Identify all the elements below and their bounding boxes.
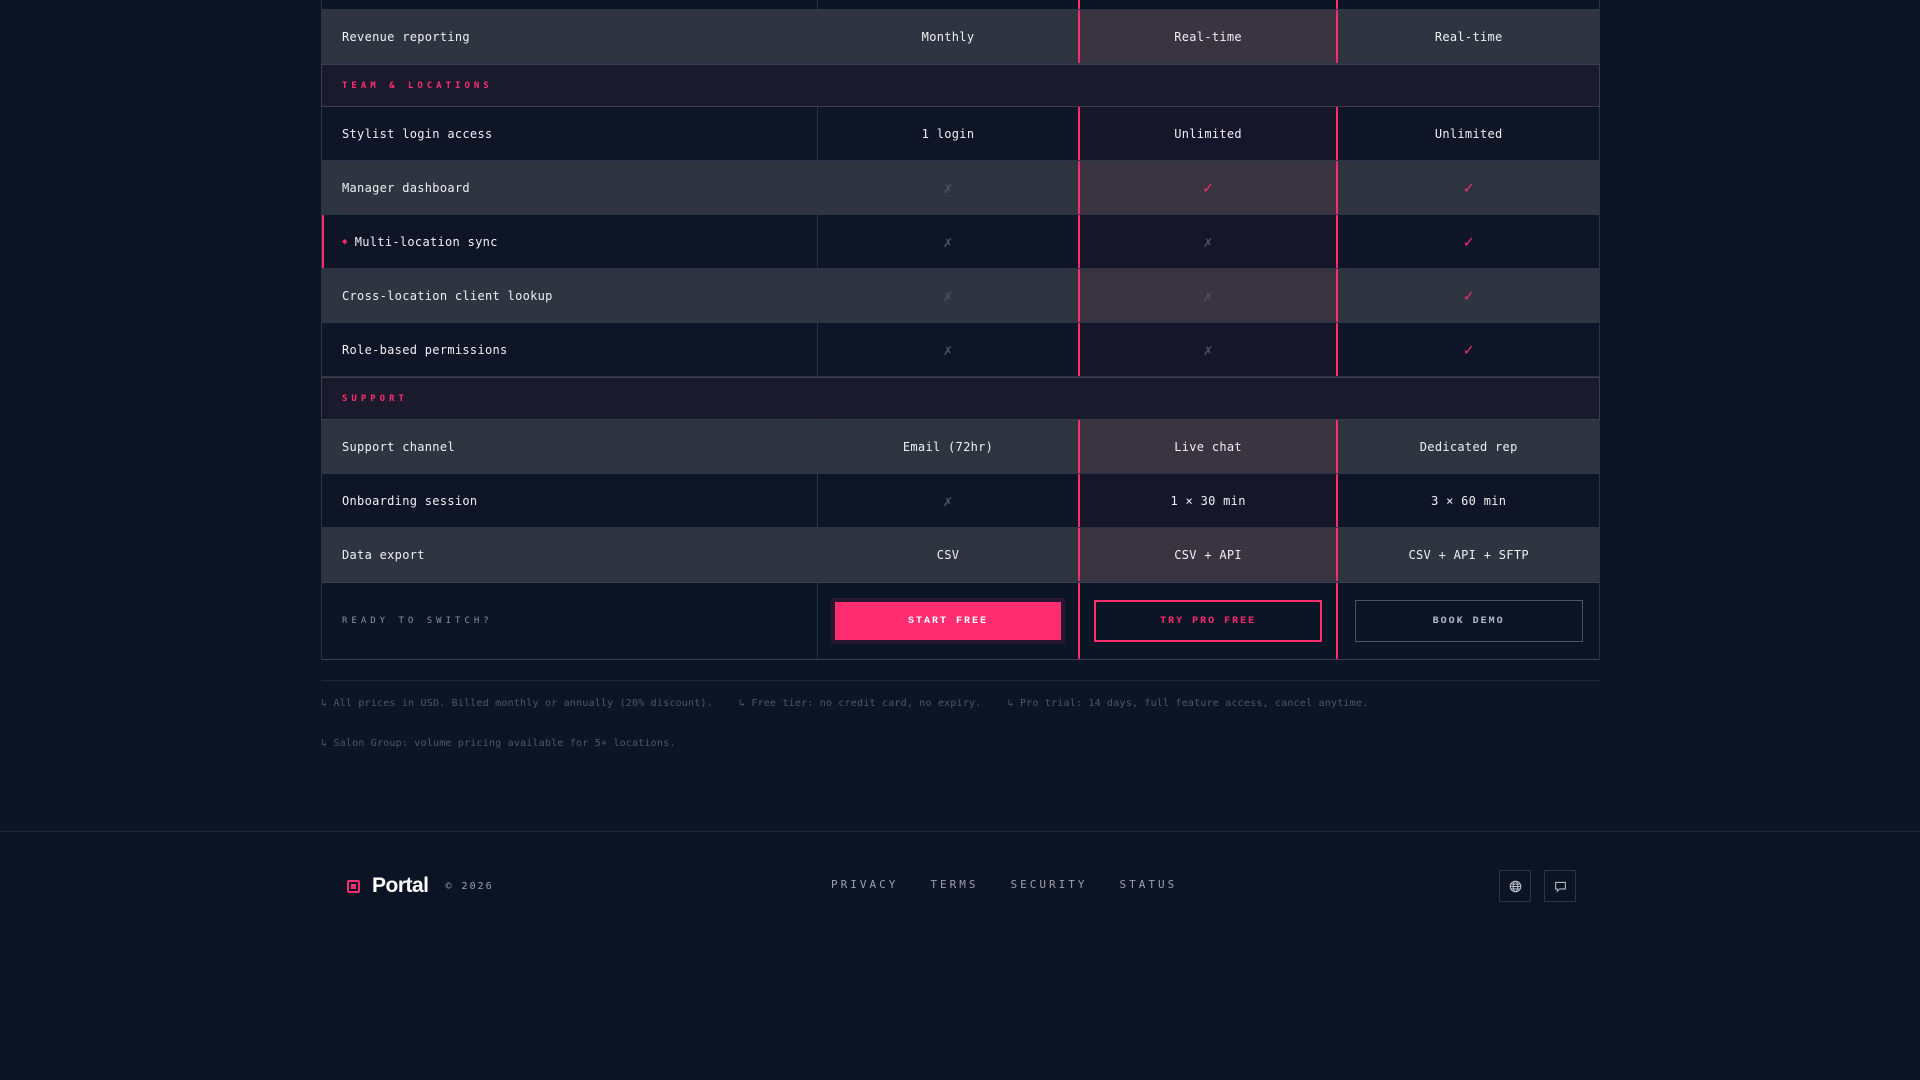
feature-label: Data export — [342, 547, 425, 562]
cross-icon: ✗ — [943, 178, 953, 197]
plan-value: Monthly — [817, 10, 1078, 63]
note: ↳ Salon Group: volume pricing available … — [321, 738, 676, 749]
try-pro-free-button[interactable]: TRY PRO FREE — [1094, 600, 1323, 642]
footer-link-terms[interactable]: TERMS — [930, 878, 978, 891]
cross-icon: ✗ — [943, 232, 953, 251]
copyright: © 2026 — [445, 880, 494, 892]
note: ↳ All prices in USD. Billed monthly or a… — [321, 698, 713, 709]
chat-button[interactable] — [1544, 870, 1576, 902]
cross-icon: ✗ — [1203, 340, 1213, 359]
footer-link-privacy[interactable]: PRIVACY — [831, 878, 898, 891]
feature-label: Cross-location client lookup — [342, 288, 553, 303]
section-header: SUPPORT — [321, 377, 1600, 420]
feature-label: Support channel — [342, 439, 455, 454]
check-icon: ✓ — [1203, 178, 1214, 197]
table-row: Cross-location client lookup ✗ ✗ ✓ — [322, 269, 1599, 323]
plan-value: 1 × 30 min — [1077, 474, 1339, 527]
plan-value: CSV — [817, 528, 1078, 581]
feature-label: Stylist login access — [342, 126, 493, 141]
diamond-icon: ◆ — [342, 236, 348, 247]
plan-value: Real-time — [1077, 10, 1339, 63]
chat-icon — [1554, 881, 1566, 893]
plan-value: CSV + API + SFTP — [1408, 547, 1529, 562]
brand-name[interactable]: Portal — [372, 874, 429, 898]
plan-value: Email (72hr) — [817, 420, 1078, 473]
table-row: Data export CSV CSV + API CSV + API + SF… — [322, 528, 1599, 582]
globe-icon — [1509, 880, 1521, 892]
cta-row: READY TO SWITCH? START FREE TRY PRO FREE… — [322, 582, 1599, 660]
plan-value: CSV + API — [1077, 528, 1339, 581]
cross-icon: ✗ — [1203, 232, 1213, 251]
cta-label: READY TO SWITCH? — [342, 616, 493, 626]
cross-icon: ✗ — [943, 340, 953, 359]
start-free-button[interactable]: START FREE — [835, 602, 1062, 640]
table-row: Manager dashboard ✗ ✓ ✓ — [322, 161, 1599, 215]
cross-icon: ✗ — [1203, 286, 1213, 305]
table-row: Onboarding session ✗ 1 × 30 min 3 × 60 m… — [322, 474, 1599, 528]
table-row: Role-based permissions ✗ ✗ ✓ — [322, 323, 1599, 377]
plan-value: Dedicated rep — [1419, 439, 1518, 454]
table-row-stub — [322, 0, 1599, 10]
plan-value: Unlimited — [1077, 107, 1339, 160]
note: ↳ Pro trial: 14 days, full feature acces… — [1007, 698, 1369, 709]
footer-brand: Portal © 2026 — [347, 874, 494, 898]
cross-icon: ✗ — [943, 286, 953, 305]
note: ↳ Free tier: no credit card, no expiry. — [738, 698, 982, 709]
comparison-table: Revenue reporting Monthly Real-time Real… — [321, 0, 1600, 660]
cross-icon: ✗ — [943, 491, 953, 510]
feature-label: Multi-location sync — [354, 234, 498, 249]
footer-link-status[interactable]: STATUS — [1119, 878, 1177, 891]
feature-label: Revenue reporting — [342, 29, 470, 44]
plan-value: 3 × 60 min — [1431, 493, 1507, 508]
check-icon: ✓ — [1463, 178, 1474, 197]
language-button[interactable] — [1499, 870, 1531, 902]
pricing-notes: ↳ All prices in USD. Billed monthly or a… — [321, 680, 1600, 778]
footer: Portal © 2026 PRIVACY TERMS SECURITY STA… — [0, 831, 1920, 1080]
footer-icons — [1499, 870, 1576, 902]
table-row-highlighted: ◆ Multi-location sync ✗ ✗ ✓ — [322, 215, 1599, 269]
feature-label: Role-based permissions — [342, 342, 508, 357]
check-icon: ✓ — [1463, 340, 1474, 359]
check-icon: ✓ — [1463, 232, 1474, 251]
plan-value: Live chat — [1077, 420, 1339, 473]
notes-line: ↳ All prices in USD. Billed monthly or a… — [321, 698, 1600, 738]
plan-value: 1 login — [817, 107, 1078, 160]
book-demo-button[interactable]: BOOK DEMO — [1354, 600, 1583, 642]
feature-label: Onboarding session — [342, 493, 478, 508]
feature-label: Manager dashboard — [342, 180, 470, 195]
logo-icon — [347, 879, 360, 893]
check-icon: ✓ — [1463, 286, 1474, 305]
table-row: Stylist login access 1 login Unlimited U… — [322, 107, 1599, 161]
table-row: Revenue reporting Monthly Real-time Real… — [322, 10, 1599, 64]
table-row: Support channel Email (72hr) Live chat D… — [322, 420, 1599, 474]
section-header: TEAM & LOCATIONS — [321, 64, 1600, 107]
footer-link-security[interactable]: SECURITY — [1010, 878, 1087, 891]
plan-value: Unlimited — [1434, 126, 1503, 141]
pricing-page: Revenue reporting Monthly Real-time Real… — [0, 0, 1920, 1080]
notes-line: ↳ Salon Group: volume pricing available … — [321, 738, 1600, 778]
plan-value: Real-time — [1434, 29, 1503, 44]
footer-nav: PRIVACY TERMS SECURITY STATUS — [831, 878, 1177, 891]
